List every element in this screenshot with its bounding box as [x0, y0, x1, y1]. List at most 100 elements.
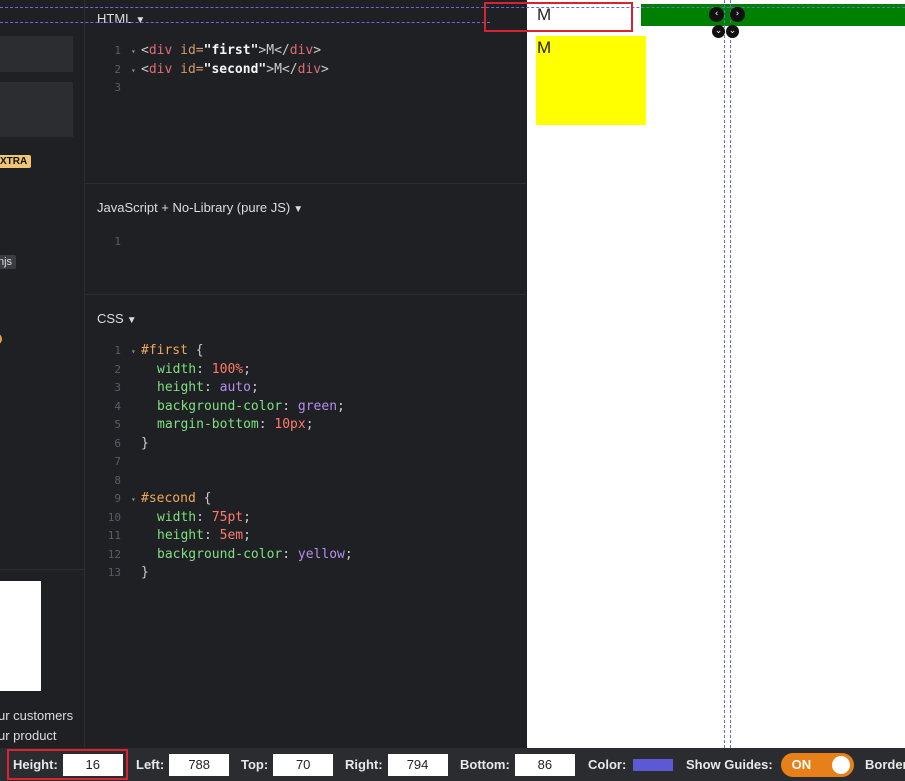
code-token: < — [141, 43, 149, 58]
line-number: 3 — [114, 81, 121, 94]
guide-line-horizontal — [0, 7, 905, 8]
css-value: 100% — [211, 361, 244, 377]
line-number: 6 — [114, 436, 121, 450]
code-token: >M</ — [258, 43, 290, 58]
code-line: 1 ▾ <div id="first">M</div> — [85, 42, 329, 61]
code-line: 3 — [85, 79, 329, 98]
sidebar-card[interactable] — [0, 36, 73, 72]
ad-text: ur product — [0, 728, 57, 743]
right-control: Right: 794 — [345, 748, 448, 781]
code-line: 3 height: auto; — [85, 379, 353, 398]
second-div-text: M — [537, 38, 552, 57]
fold-arrow-icon[interactable]: ▾ — [131, 62, 141, 81]
code-token: > — [321, 61, 329, 77]
guides-label: Show Guides: — [686, 757, 773, 772]
top-input[interactable]: 70 — [273, 753, 334, 776]
css-panel: CSS ▼ 1 ▾ #first { 2 width: 100%; 3 height: a… — [85, 295, 526, 748]
left-sidebar: XTRA njs ur customers ur product — [0, 0, 85, 748]
library-tag[interactable]: njs — [0, 255, 17, 269]
code-token: id= — [172, 43, 204, 58]
css-value: 5em — [219, 528, 244, 543]
code-token: id= — [172, 61, 204, 77]
top-control: Top: 70 — [241, 748, 334, 781]
line-number: 1 — [114, 44, 121, 57]
color-label: Color: — [588, 757, 627, 772]
code-line: 4 background-color: green; — [85, 398, 353, 417]
code-line: 6} — [85, 435, 353, 454]
html-code[interactable]: 1 ▾ <div id="first">M</div> 2 ▾ <div id="sec… — [85, 42, 329, 98]
js-panel: JavaScript + No-Library (pure JS) ▼ 1 — [85, 184, 526, 295]
left-control: Left: 788 — [136, 748, 230, 781]
css-property: margin-bottom — [157, 417, 259, 432]
toggle-state: ON — [791, 756, 812, 772]
fold-arrow-icon[interactable]: ▾ — [131, 343, 141, 362]
css-code[interactable]: 1 ▾ #first { 2 width: 100%; 3 height: auto; … — [85, 342, 353, 583]
sidebar-card[interactable] — [0, 82, 73, 137]
css-property: width — [157, 509, 197, 525]
guides-toggle[interactable]: ON — [780, 752, 854, 777]
code-token: div — [297, 61, 322, 77]
line-number: 11 — [107, 529, 121, 542]
line-number: 5 — [114, 418, 121, 431]
css-panel-title[interactable]: CSS ▼ — [97, 311, 137, 326]
line-number: 2 — [114, 62, 121, 76]
chevron-left-icon[interactable]: ‹ — [709, 7, 724, 22]
result-preview[interactable]: M M — [527, 0, 905, 748]
line-number: 1 — [114, 235, 121, 248]
css-selector: #first — [141, 343, 188, 358]
code-line: 7 — [85, 453, 353, 472]
code-line: 2 width: 100%; — [85, 361, 353, 380]
js-code[interactable]: 1 — [85, 233, 131, 252]
code-token: "second" — [203, 61, 267, 77]
status-ring-icon — [0, 334, 2, 344]
color-control: Color: — [588, 748, 674, 781]
color-swatch[interactable] — [633, 758, 674, 771]
line-number: 3 — [114, 381, 121, 394]
code-line: 5 margin-bottom: 10px; — [85, 416, 353, 435]
code-token: div — [148, 43, 173, 58]
line-number: 2 — [114, 362, 121, 376]
panel-title-label: JavaScript + No-Library (pure JS) — [97, 200, 291, 215]
preview-second-div[interactable]: M — [536, 36, 646, 125]
panel-title-label: HTML — [97, 11, 133, 26]
code-token: > — [313, 43, 322, 58]
panel-title-label: CSS — [97, 311, 124, 326]
css-value: auto — [219, 380, 251, 395]
code-line: 1 — [85, 233, 131, 252]
code-line: 11 height: 5em; — [85, 527, 353, 546]
fold-arrow-icon[interactable]: ▾ — [131, 491, 141, 510]
css-selector: #second — [141, 491, 196, 506]
guide-line-vertical — [730, 0, 731, 748]
js-panel-title[interactable]: JavaScript + No-Library (pure JS) ▼ — [97, 200, 303, 215]
caret-down-icon: ▼ — [135, 15, 146, 26]
guide-line-vertical — [724, 0, 725, 748]
line-number: 13 — [107, 566, 121, 579]
html-panel: HTML ▼ 1 ▾ <div id="first">M</div> 2 ▾ <div i… — [85, 0, 526, 184]
chevron-down-icon[interactable]: ⌄ — [712, 25, 725, 38]
border-control: Border — [865, 748, 905, 781]
left-input[interactable]: 788 — [169, 753, 230, 776]
right-input[interactable]: 794 — [387, 753, 448, 776]
code-token: "first" — [203, 43, 259, 58]
resize-handles[interactable]: ‹ › ⌄ ⌄ — [708, 5, 748, 39]
guide-line-horizontal — [0, 22, 490, 23]
css-property: height — [157, 380, 204, 395]
selection-highlight — [484, 2, 633, 32]
fold-arrow-icon[interactable]: ▾ — [131, 43, 141, 62]
line-number: 7 — [114, 455, 121, 468]
code-line: 2 ▾ <div id="second">M</div> — [85, 61, 329, 80]
code-line: 10 width: 75pt; — [85, 509, 353, 528]
caret-down-icon: ▼ — [126, 315, 137, 326]
code-line: 12 background-color: yellow; — [85, 546, 353, 565]
line-number: 8 — [114, 473, 121, 487]
bottom-control: Bottom: 86 — [460, 748, 575, 781]
code-token: div — [148, 61, 173, 77]
chevron-right-icon[interactable]: › — [730, 7, 745, 22]
chevron-down-icon[interactable]: ⌄ — [726, 25, 739, 38]
html-panel-title[interactable]: HTML ▼ — [97, 11, 145, 26]
line-number: 4 — [114, 399, 121, 413]
bottom-input[interactable]: 86 — [514, 753, 575, 776]
ad-image[interactable] — [0, 581, 41, 691]
inspector-toolbar: Height: 16 Left: 788 Top: 70 Right: 794 … — [0, 748, 905, 781]
code-token: >M</ — [266, 61, 298, 77]
